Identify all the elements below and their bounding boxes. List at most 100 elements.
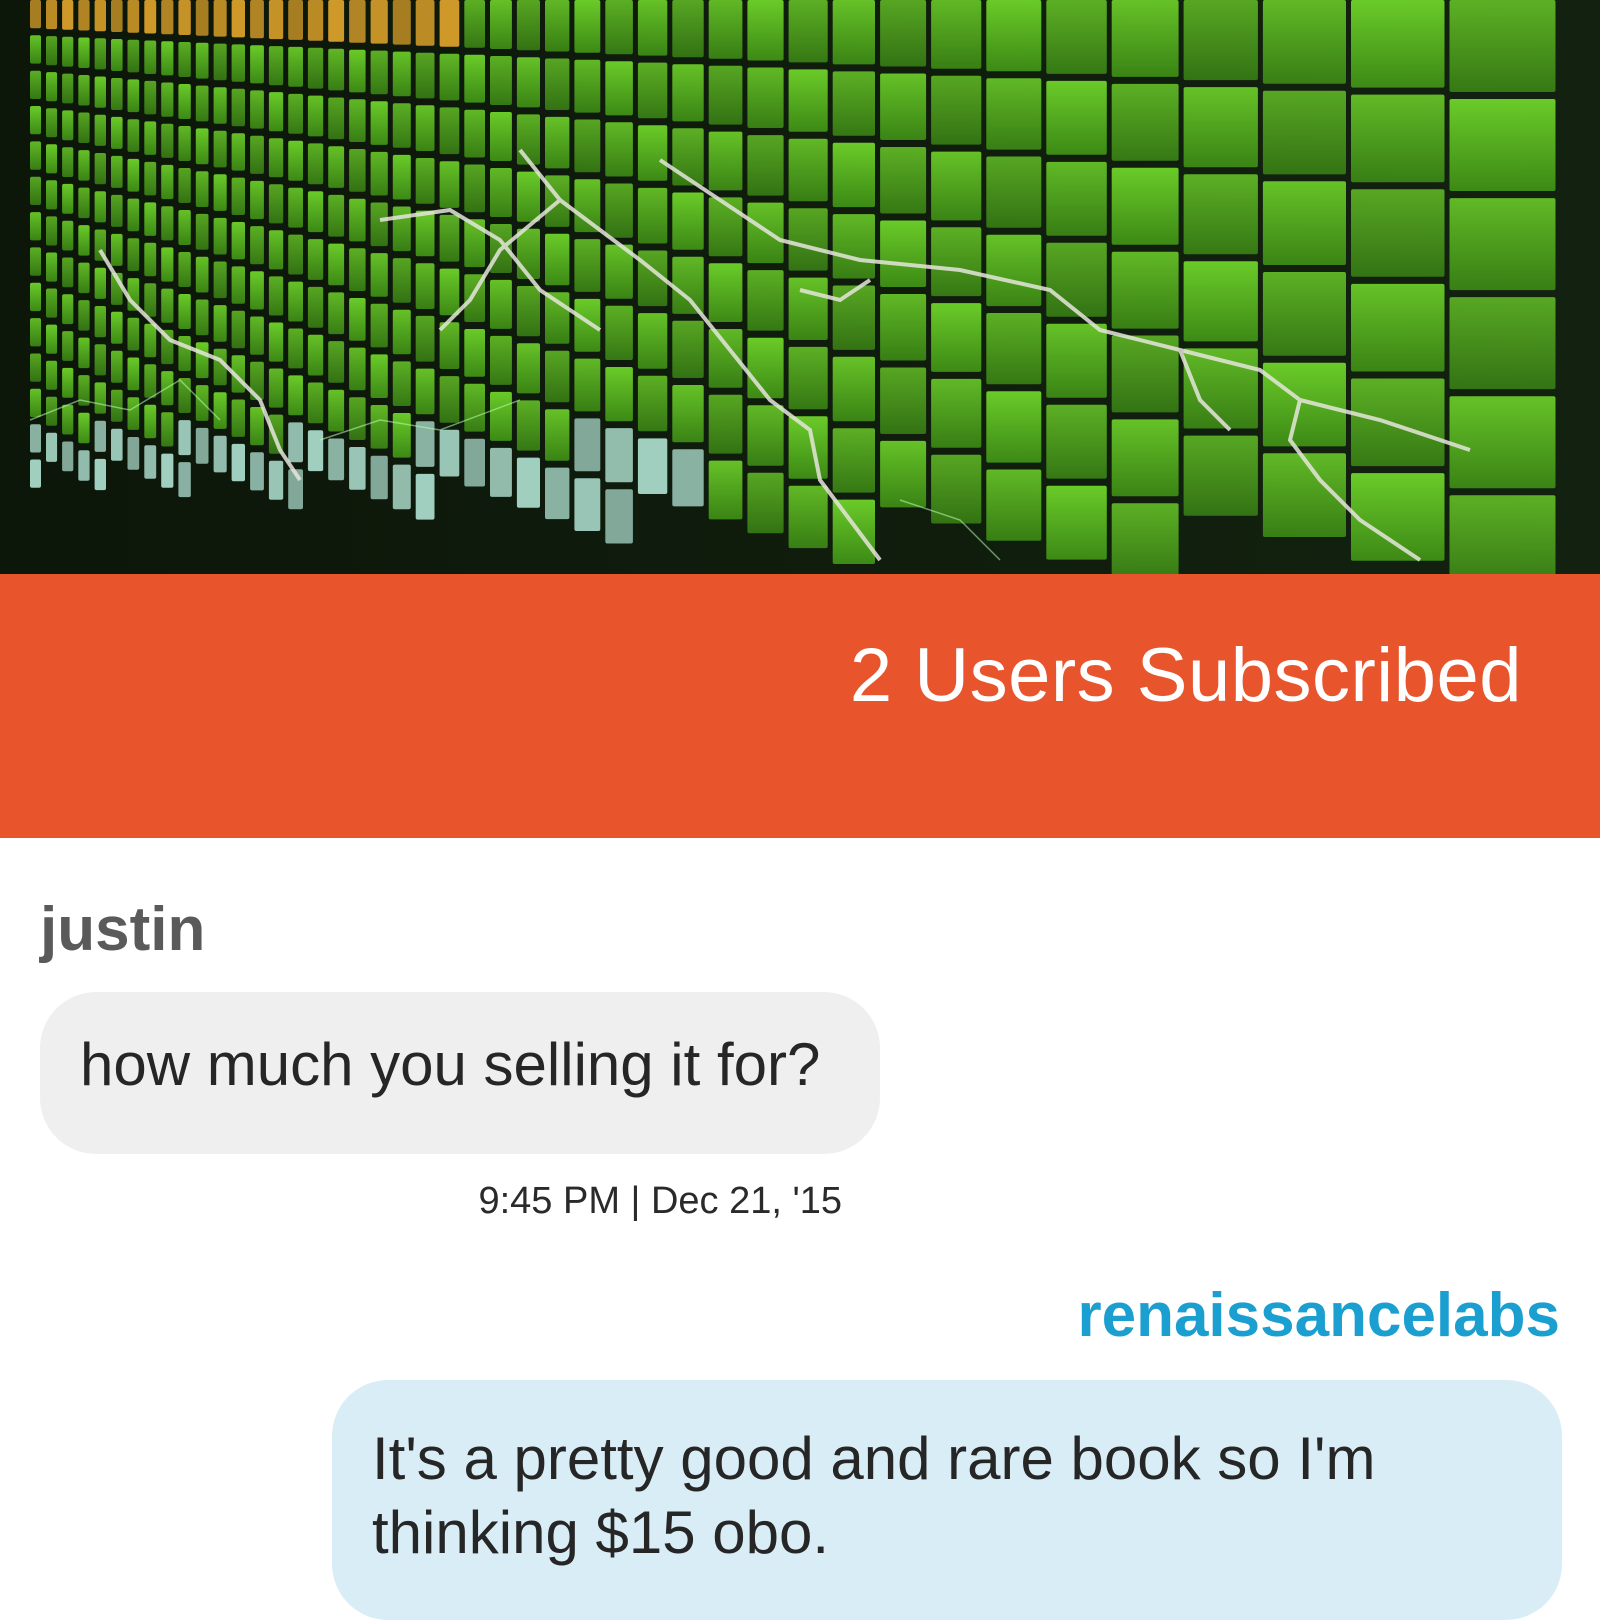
brick-tile — [370, 253, 388, 297]
brick-tile — [415, 368, 435, 415]
brick-tile — [161, 412, 174, 447]
message-author[interactable]: justin — [40, 894, 205, 965]
brick-tile — [127, 119, 140, 152]
brick-tile — [832, 142, 875, 208]
brick-tile — [288, 281, 303, 322]
brick-tile — [490, 56, 512, 105]
brick-tile — [637, 0, 668, 56]
brick-tile — [328, 389, 345, 432]
brick-tile — [392, 0, 411, 45]
brick-tile — [62, 294, 74, 325]
brick-tile — [747, 270, 784, 331]
brick-tile — [747, 472, 784, 534]
brick-tile — [288, 140, 303, 181]
brick-tile — [307, 47, 324, 89]
brick-tile — [328, 243, 345, 286]
brick-tile — [605, 0, 633, 55]
brick-tile — [1111, 0, 1179, 77]
brick-tile — [195, 85, 209, 122]
brick-tile — [986, 234, 1042, 307]
brick-tile — [30, 459, 41, 488]
brick-tile — [788, 69, 828, 132]
brick-tile — [545, 350, 570, 403]
brick-tile — [250, 90, 264, 129]
brick-tile — [516, 171, 540, 222]
brick-tile — [464, 164, 485, 213]
brick-tile — [127, 437, 140, 470]
brick-tile — [161, 41, 174, 76]
brick-tile — [30, 106, 41, 135]
brick-tile — [490, 0, 512, 49]
brick-tile — [880, 0, 927, 67]
brick-tile — [250, 407, 264, 446]
listing-cover-image[interactable] — [0, 0, 1600, 574]
brick-tile — [30, 282, 41, 312]
brick-tile — [370, 303, 388, 348]
brick-tile — [111, 0, 123, 32]
brick-tile — [328, 292, 345, 335]
brick-tile — [178, 210, 191, 245]
brick-tile — [268, 276, 284, 316]
brick-tile — [832, 285, 875, 350]
brick-tile — [605, 305, 633, 360]
message-author[interactable]: renaissancelabs — [1077, 1280, 1560, 1351]
brick-tile — [672, 385, 704, 443]
brick-tile — [931, 303, 982, 372]
brick-tile — [94, 382, 106, 414]
brick-tile — [574, 418, 601, 472]
brick-tile — [78, 225, 90, 256]
brick-tile — [213, 261, 227, 299]
brick-tile — [127, 0, 140, 33]
message-bubble[interactable]: It's a pretty good and rare book so I'm … — [332, 1380, 1562, 1620]
brick-tile — [1449, 396, 1556, 489]
brick-tile — [747, 135, 784, 196]
brick-tile — [516, 114, 540, 165]
brick-tile — [545, 467, 570, 520]
brick-tile — [832, 0, 875, 65]
brick-tile — [788, 0, 828, 63]
brick-tile — [178, 84, 191, 119]
brick-tile — [832, 428, 875, 493]
brick-tile — [490, 168, 512, 217]
brick-tile — [1183, 0, 1258, 81]
brick-tile — [30, 388, 41, 418]
brick-tile — [307, 95, 324, 137]
brick-tile — [788, 346, 828, 410]
brick-tile — [349, 397, 366, 440]
brick-tile — [178, 420, 191, 456]
brick-tile — [178, 126, 191, 161]
brick-tile — [349, 447, 366, 490]
brick-tile — [195, 299, 209, 336]
brick-tile — [62, 441, 74, 472]
brick-tile — [30, 70, 41, 99]
brick-tile — [931, 227, 982, 297]
brick-tile — [1046, 404, 1107, 479]
brick-tile — [111, 194, 123, 227]
brick-tile — [288, 234, 303, 275]
brick-tile — [1046, 0, 1107, 74]
message-thread[interactable]: justin how much you selling it for? 9:45… — [0, 838, 1600, 1620]
message-bubble[interactable]: how much you selling it for? — [40, 992, 880, 1154]
brick-tile — [880, 220, 927, 287]
brick-tile — [1111, 83, 1179, 161]
brick-tile — [30, 35, 41, 64]
brick-tile — [574, 0, 601, 53]
brick-tile — [516, 400, 540, 451]
brick-tile — [349, 198, 366, 242]
brick-tile — [127, 317, 140, 351]
brick-tile — [94, 0, 106, 32]
brick-tile — [415, 263, 435, 309]
brick-tile — [161, 453, 174, 488]
brick-tile — [1449, 99, 1556, 191]
brick-tile — [46, 360, 58, 390]
brick-tile — [986, 0, 1042, 72]
brick-tile — [1351, 189, 1445, 277]
brick-tile — [349, 99, 366, 142]
brick-tile — [213, 130, 227, 168]
brick-tile — [62, 367, 74, 398]
brick-tile — [213, 174, 227, 211]
brick-tile — [62, 147, 74, 177]
brick-tile — [672, 192, 704, 250]
subscribers-count: 2 Users Subscribed — [849, 633, 1522, 718]
brick-tile — [931, 0, 982, 69]
